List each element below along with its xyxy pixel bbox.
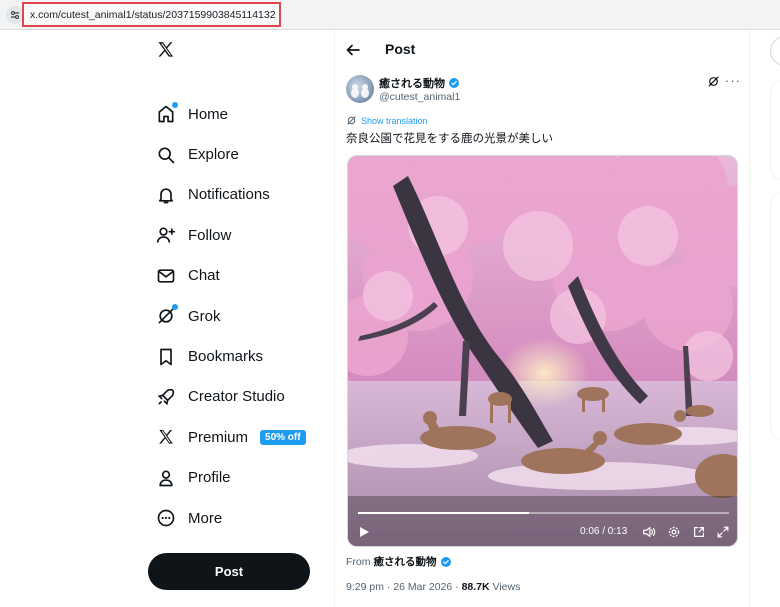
right-column-card xyxy=(770,192,780,440)
grok-icon xyxy=(156,304,178,326)
nav-item-home[interactable]: Home xyxy=(150,94,330,134)
more-options-icon[interactable]: ··· xyxy=(725,73,741,88)
grok-explain-icon[interactable] xyxy=(707,75,720,88)
nav-label: Premium xyxy=(188,428,249,446)
home-icon xyxy=(156,102,178,124)
nav-item-notifications[interactable]: Notifications xyxy=(150,175,330,215)
premium-discount-badge: 50% off xyxy=(260,429,306,445)
person-add-icon xyxy=(156,225,176,245)
views-label: Views xyxy=(489,581,521,593)
search-icon xyxy=(156,145,176,165)
url-field[interactable]: x.com/cutest_animal1/status/203715990384… xyxy=(22,2,281,27)
nav-label: Home xyxy=(188,105,229,123)
url-text: x.com/cutest_animal1/status/203715990384… xyxy=(30,9,276,21)
source-account-name[interactable]: 癒される動物 xyxy=(374,554,437,569)
verified-badge-icon xyxy=(449,78,459,88)
nav-label: Chat xyxy=(188,267,220,285)
page-title: Post xyxy=(385,41,416,57)
nav-item-follow[interactable]: Follow xyxy=(150,215,330,255)
notification-dot xyxy=(172,304,178,311)
post-meta-row: 9:29 pm · 26 Mar 2026 · 88.7K Views xyxy=(346,581,520,593)
notification-dot xyxy=(172,102,178,109)
post-timestamp[interactable]: 9:29 pm · 26 Mar 2026 · xyxy=(346,581,462,593)
right-column-button[interactable] xyxy=(770,36,780,66)
nav-item-premium[interactable]: Premium 50% off xyxy=(150,417,330,457)
author-display-name[interactable]: 癒される動物 xyxy=(379,75,445,91)
volume-icon[interactable] xyxy=(642,525,656,539)
x-logo-icon[interactable] xyxy=(156,40,176,60)
avatar[interactable] xyxy=(346,75,374,103)
right-column-card xyxy=(770,80,780,180)
envelope-icon xyxy=(156,266,176,286)
settings-gear-icon[interactable] xyxy=(667,525,681,539)
browser-address-bar: x.com/cutest_animal1/status/203715990384… xyxy=(0,0,780,30)
compose-post-button[interactable]: Post xyxy=(148,553,310,590)
author-name-row[interactable]: 癒される動物 xyxy=(379,75,460,91)
fullscreen-icon[interactable] xyxy=(716,525,730,539)
nav-label: More xyxy=(188,509,223,527)
post-header: Post xyxy=(335,30,751,68)
bookmark-icon xyxy=(156,347,176,367)
video-progress-track[interactable] xyxy=(358,512,729,514)
from-label: From xyxy=(346,555,371,568)
video-player[interactable]: 0:06 / 0:13 xyxy=(347,155,738,547)
translate-icon xyxy=(347,116,356,125)
back-arrow-icon[interactable] xyxy=(345,42,361,58)
nav-item-grok[interactable]: Grok xyxy=(150,296,330,336)
bell-icon xyxy=(156,185,176,205)
nav-label: Creator Studio xyxy=(188,388,285,406)
nav-label: Profile xyxy=(188,469,231,487)
nav-label: Notifications xyxy=(188,186,270,204)
views-count: 88.7K xyxy=(461,581,490,593)
nav-item-profile[interactable]: Profile xyxy=(150,458,330,498)
play-icon[interactable] xyxy=(358,526,370,538)
primary-nav: Home Explore Notifications Follow Chat G… xyxy=(150,94,330,538)
video-time: 0:06 / 0:13 xyxy=(580,526,628,537)
nav-item-chat[interactable]: Chat xyxy=(150,256,330,296)
verified-badge-icon xyxy=(440,556,451,567)
more-circle-icon xyxy=(156,508,176,528)
post-text: 奈良公園で花見をする鹿の光景が美しい xyxy=(346,133,553,145)
video-source-row: From 癒される動物 xyxy=(346,554,452,569)
nav-item-more[interactable]: More xyxy=(150,498,330,538)
video-frame-image xyxy=(348,156,737,546)
video-progress-fill xyxy=(358,512,529,514)
nav-label: Explore xyxy=(188,146,239,164)
nav-item-bookmarks[interactable]: Bookmarks xyxy=(150,336,330,376)
rocket-icon xyxy=(156,387,176,407)
nav-label: Bookmarks xyxy=(188,348,264,366)
show-translation-link[interactable]: Show translation xyxy=(361,116,428,126)
nav-label: Grok xyxy=(188,307,221,325)
nav-label: Follow xyxy=(188,226,232,244)
picture-in-picture-icon[interactable] xyxy=(692,525,706,539)
translate-row[interactable]: Show translation xyxy=(346,115,428,126)
author-handle[interactable]: @cutest_animal1 xyxy=(379,91,460,103)
x-logo-icon xyxy=(156,427,176,447)
nav-item-explore[interactable]: Explore xyxy=(150,134,330,174)
person-icon xyxy=(156,468,176,488)
post-detail-column: Post 癒される動物 @cutest_animal1 ··· Show tra… xyxy=(334,30,750,607)
nav-item-creator-studio[interactable]: Creator Studio xyxy=(150,377,330,417)
